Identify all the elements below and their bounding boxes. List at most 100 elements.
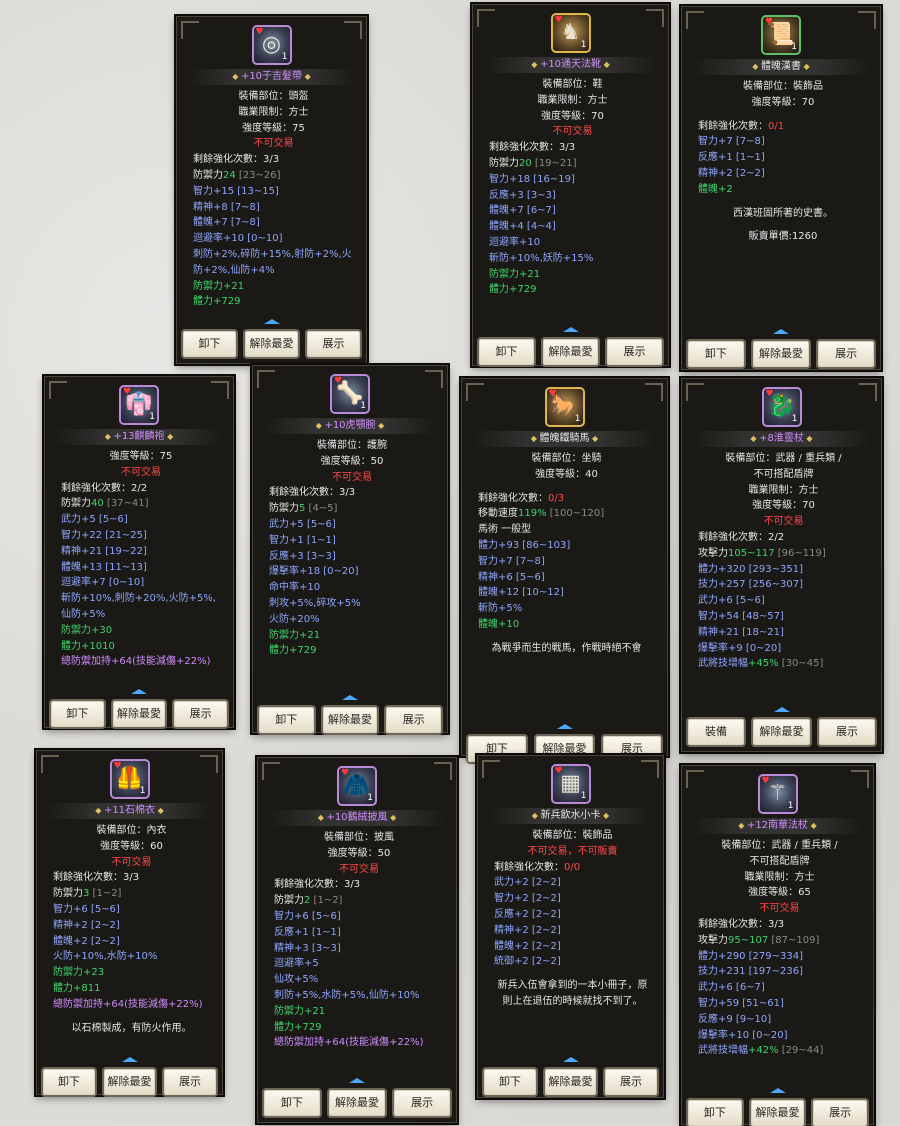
unequip-button[interactable]: 卸下 [51, 701, 104, 727]
diamond-icon: ◆ [387, 813, 397, 822]
unequip-button[interactable]: 卸下 [43, 1069, 95, 1095]
bracer-icon[interactable]: ♥ 🦴 1 [330, 374, 370, 414]
stat-line: 強度等級：50 [269, 454, 435, 470]
show-button[interactable]: 展示 [394, 1090, 450, 1116]
stat-label: 迴避率+10 [0~10] [193, 233, 283, 245]
stat-label: 不可搭配盾牌 [753, 468, 814, 480]
show-button[interactable]: 展示 [164, 1069, 216, 1095]
stat-line: 斬防+10%,刺防+20%,火防+5%,仙防+5% [61, 591, 221, 623]
stat-label: 體力+1010 [61, 640, 115, 652]
item-name-text: 體魄漢書 [761, 61, 801, 72]
show-button[interactable]: 展示 [174, 701, 227, 727]
favorite-heart-icon: ♥ [761, 776, 770, 786]
unfavorite-button[interactable]: 解除最愛 [103, 1069, 156, 1095]
show-button[interactable]: 展示 [818, 341, 874, 367]
stat-label: 為戰爭而生的戰馬，作戰時絕不會 [491, 642, 642, 654]
scroll-up-arrow-icon[interactable] [263, 319, 280, 324]
show-button[interactable]: 展示 [386, 707, 441, 733]
stat-label: 剩餘強化次數：3/3 [269, 487, 356, 499]
stat-label: 反應+3 [3~3] [269, 550, 336, 562]
stat-line: 武力+2 [2~2] [494, 875, 651, 891]
stat-line: 剩餘強化次數：3/3 [53, 870, 210, 886]
stat-label: 體魄+2 [2~2] [494, 940, 561, 952]
staff-icon[interactable]: ♥ 🐉 1 [761, 387, 802, 427]
scroll-up-arrow-icon[interactable] [131, 689, 147, 694]
show-button[interactable]: 展示 [607, 339, 662, 365]
horse-icon[interactable]: ♥ 🐎 1 [544, 387, 585, 427]
item-name-text: 新兵飲水小卡 [540, 810, 601, 821]
scroll-up-arrow-icon[interactable] [562, 1057, 579, 1062]
equip-button[interactable]: 裝備 [688, 719, 745, 745]
show-button[interactable]: 展示 [306, 331, 360, 357]
favorite-heart-icon: ♥ [113, 761, 122, 771]
unfavorite-button[interactable]: 解除最愛 [543, 339, 598, 365]
scroll-up-arrow-icon[interactable] [562, 327, 579, 332]
unfavorite-button[interactable]: 解除最愛 [112, 701, 166, 727]
stat-line: 裝備部位：裝飾品 [698, 79, 868, 95]
card-icon[interactable]: ♥ ▦ 1 [550, 764, 591, 804]
stat-line: 智力+7 [7~8] [698, 134, 868, 150]
unequip-button[interactable]: 卸下 [183, 331, 237, 357]
item-stats: 裝備部位：武器 / 重兵類 / 不可搭配盾牌 職業限制：方士 強度等級：65 不可交易剩… [698, 838, 861, 1059]
unfavorite-button[interactable]: 解除最愛 [750, 1100, 805, 1126]
stat-label: 強度等級：65 [748, 887, 811, 899]
stat-line: 智力+59 [51~61] [698, 996, 861, 1012]
stat-line: 防禦力+21 [274, 1004, 444, 1020]
stat-line: 不可交易，不可販賣 [494, 844, 651, 860]
scroll-up-arrow-icon[interactable] [773, 329, 789, 334]
stat-label: 智力+2 [2~2] [494, 893, 561, 905]
scroll-up-arrow-icon[interactable] [769, 1088, 786, 1093]
scroll-icon[interactable]: ♥ 📜 1 [761, 15, 801, 55]
stat-value: 105~117 [728, 547, 775, 559]
unequip-button[interactable]: 卸下 [264, 1090, 320, 1116]
stat-label: 強度等級：75 [242, 122, 305, 134]
stat-line: 體魄+7 [7~8] [193, 215, 354, 231]
unfavorite-button[interactable]: 解除最愛 [329, 1090, 385, 1116]
unfavorite-button[interactable]: 解除最愛 [753, 341, 809, 367]
item-name-text: +13麒麟袍 [113, 431, 165, 442]
stat-label: 防禦力 [274, 895, 304, 907]
stat-label: 防禦力 [269, 503, 299, 515]
show-button[interactable]: 展示 [605, 1069, 657, 1095]
item-glyph: 🧥 [343, 773, 371, 799]
unfavorite-button[interactable]: 解除最愛 [753, 719, 810, 745]
item-tooltip-card: ♥ ▦ 1 ◆ 新兵飲水小卡 ◆ 裝備部位：裝飾品 不可交易，不可販賣 剩餘強化次數：0/0… [477, 755, 664, 1098]
unequip-button[interactable]: 卸下 [484, 1069, 536, 1095]
robe-icon[interactable]: ♥ 👘 1 [119, 385, 159, 425]
stat-label: 不可交易 [552, 126, 593, 138]
scepter-icon[interactable]: ♥ ⚚ 1 [757, 774, 798, 814]
stat-line: 武力+6 [5~6] [698, 593, 869, 609]
stat-label: 職業限制：方士 [744, 871, 815, 883]
vest-icon[interactable]: ♥ 🦺 1 [109, 759, 150, 799]
stat-label: 智力+59 [51~61] [698, 997, 784, 1009]
unfavorite-button[interactable]: 解除最愛 [544, 1069, 597, 1095]
unfavorite-button[interactable]: 解除最愛 [244, 331, 299, 357]
scroll-up-arrow-icon[interactable] [121, 1057, 138, 1062]
scroll-up-arrow-icon[interactable] [556, 724, 573, 729]
scroll-up-arrow-icon[interactable] [342, 695, 358, 700]
unfavorite-button[interactable]: 解除最愛 [322, 707, 378, 733]
stat-line: 迴避率+10 [0~10] [193, 231, 354, 247]
show-button[interactable]: 展示 [818, 719, 875, 745]
boots-icon[interactable]: ♥ ♞ 1 [550, 13, 591, 53]
stat-label: 剩餘強化次數：3/3 [489, 142, 576, 154]
favorite-heart-icon: ♥ [255, 27, 264, 37]
diamond-icon: ◆ [589, 434, 599, 443]
scroll-up-arrow-icon[interactable] [349, 1078, 365, 1083]
stat-line: 以石棉製成，有防火作用。 [53, 1021, 210, 1037]
stat-label: 裝備部位：武器 / 重兵類 / [721, 840, 838, 851]
stat-line: 防禦力2 [1~2] [274, 893, 444, 909]
stat-label: 體力+290 [279~334] [698, 950, 803, 962]
stat-label: 武力+5 [5~6] [61, 514, 128, 526]
scroll-up-arrow-icon[interactable] [773, 707, 790, 712]
unequip-button[interactable]: 卸下 [688, 1100, 742, 1126]
unequip-button[interactable]: 卸下 [688, 341, 744, 367]
head-band-icon[interactable]: ♥ ◎ 1 [251, 25, 292, 65]
cape-icon[interactable]: ♥ 🧥 1 [337, 766, 377, 806]
unequip-button[interactable]: 卸下 [479, 339, 534, 365]
show-button[interactable]: 展示 [813, 1100, 867, 1126]
stat-label: 反應+3 [3~3] [489, 189, 556, 201]
unequip-button[interactable]: 卸下 [259, 707, 314, 733]
stat-label: 迴避率+10 [489, 236, 541, 248]
